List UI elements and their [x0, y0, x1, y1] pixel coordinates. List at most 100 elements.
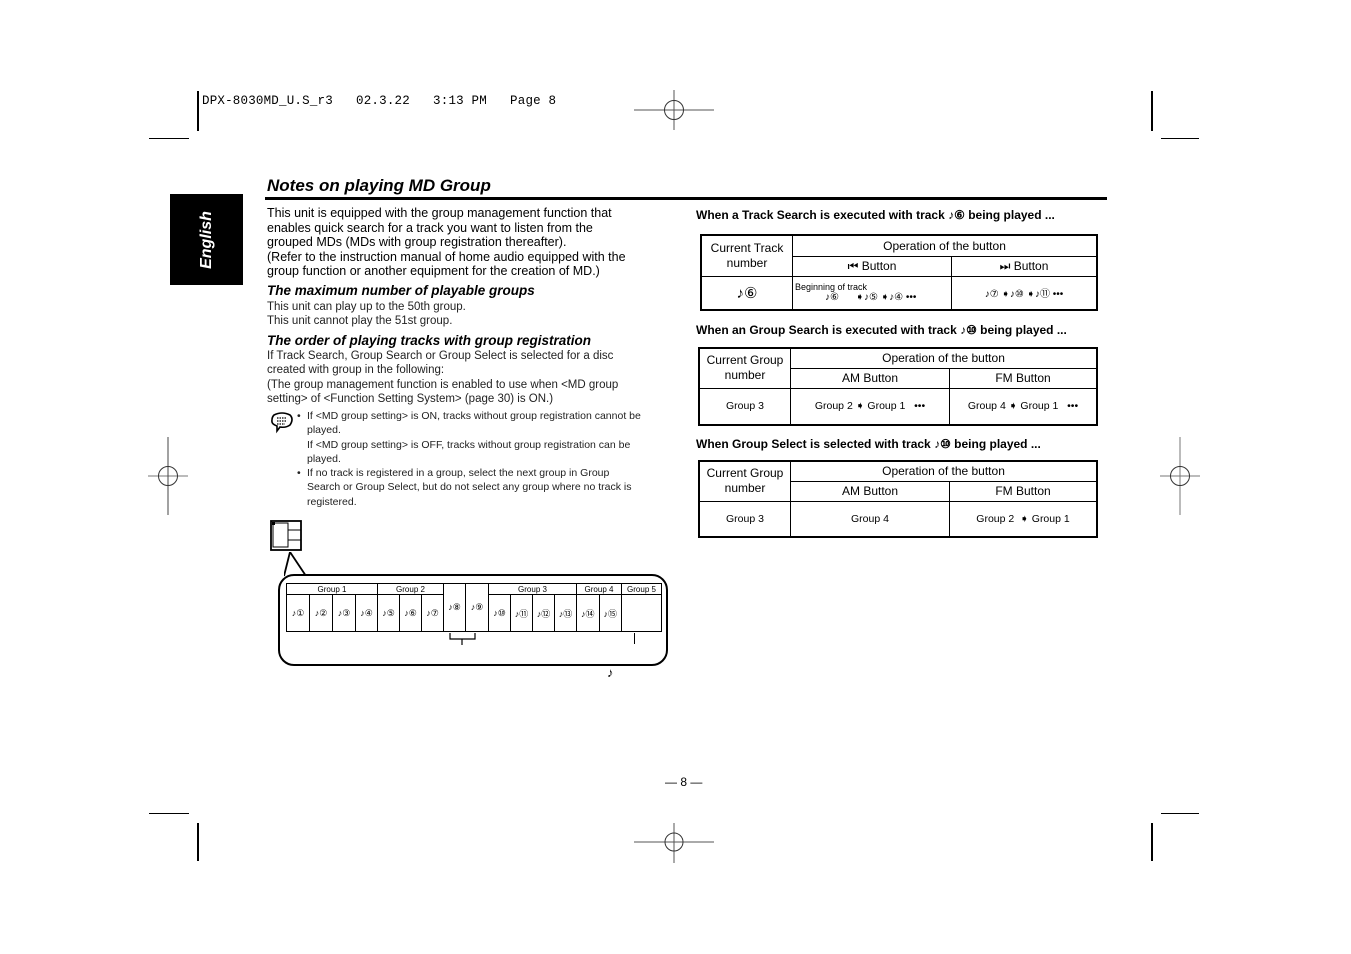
group-select-heading: When Group Select is selected with track…	[696, 437, 1041, 451]
fm-button-header: FM Button	[949, 367, 1098, 389]
section-order-body: If Track Search, Group Search or Group S…	[267, 349, 618, 406]
am-button-header: AM Button	[790, 367, 950, 389]
track-cell: ♪④	[355, 594, 378, 632]
intro-line: enables quick search for a track you wan…	[267, 220, 593, 235]
col-operation: Operation of the button	[792, 234, 1098, 257]
display-icon	[270, 520, 302, 551]
track-cell: ♪③	[332, 594, 356, 632]
crop-mark	[1151, 91, 1153, 131]
prev-button-header: ⏮ Button	[792, 255, 952, 277]
crop-mark	[197, 91, 199, 131]
current-group-value: Group 3	[698, 387, 791, 426]
am-button-result: Group 4	[790, 500, 950, 538]
crop-mark	[149, 813, 189, 814]
track-cell: ♪②	[309, 594, 333, 632]
am-button-result: Group 2 ➧ Group 1 •••	[790, 387, 950, 426]
current-group-value: Group 3	[698, 500, 791, 538]
section-order-line: (The group management function is enable…	[267, 378, 619, 391]
note-line: Search or Group Select, but do not selec…	[307, 481, 632, 494]
track-cell: ♪⑪	[510, 594, 533, 632]
next-button-result: ♪⑦ ➧♪⑩ ➧♪⑪ •••	[951, 275, 1098, 311]
group-label: Group 4	[576, 583, 622, 595]
intro-line: (Refer to the instruction manual of home…	[267, 249, 626, 264]
group-select-table: Current Group number Operation of the bu…	[698, 460, 1098, 538]
track-search-table: Current Track number Operation of the bu…	[700, 234, 1098, 311]
group-label: Group 2	[377, 583, 444, 595]
track-group-grid: Group 1 Group 2 ♪⑧ ♪⑨ Group 3 Group 4 Gr…	[286, 583, 662, 632]
track-cell	[621, 594, 662, 632]
crop-mark	[1151, 823, 1153, 861]
note-item: If no track is registered in a group, se…	[297, 466, 682, 509]
note-line: If no track is registered in a group, se…	[307, 467, 610, 480]
registration-mark-left	[148, 437, 188, 515]
group-search-table: Current Group number Operation of the bu…	[698, 347, 1098, 426]
registration-mark-right	[1160, 437, 1200, 515]
track-cell: ♪⑥	[399, 594, 422, 632]
language-tab-label: English	[197, 210, 215, 269]
group-label: Group 3	[488, 583, 577, 595]
group5-pointer	[634, 633, 635, 644]
group-label: Group 1	[286, 583, 378, 595]
prev-button-result: Beginning of track ♪⑥ ➧♪⑤ ➧♪④ •••	[792, 275, 952, 311]
note-line: If <MD group setting> is OFF, tracks wit…	[307, 438, 631, 451]
title-rule	[265, 197, 1107, 200]
track-search-heading: When a Track Search is executed with tra…	[696, 208, 1055, 222]
current-track-value: ♪⑥	[700, 275, 793, 311]
music-note-icon: ♪	[607, 665, 614, 680]
intro-line: grouped MDs (MDs with group registration…	[267, 235, 567, 250]
crop-mark	[1161, 813, 1199, 814]
track-cell: ♪⑧	[443, 583, 466, 632]
fm-button-result: Group 4 ➧ Group 1 •••	[949, 387, 1098, 426]
ungrouped-bracket	[449, 633, 476, 645]
crop-mark	[149, 138, 189, 139]
col-current-group: Current Group number	[698, 347, 791, 389]
note-list: If <MD group setting> is ON, tracks with…	[297, 409, 682, 509]
crop-mark	[1161, 138, 1199, 139]
print-slug: DPX-8030MD_U.S_r3 02.3.22 3:13 PM Page 8	[202, 94, 557, 108]
track-cell: ♪⑩	[488, 594, 511, 632]
note-line: played.	[307, 452, 341, 465]
page-number: — 8 —	[665, 775, 703, 789]
crop-mark	[197, 823, 199, 861]
intro-line: group function or another equipment for …	[267, 264, 600, 279]
col-current-track: Current Track number	[700, 234, 793, 277]
section-order-line: If Track Search, Group Search or Group S…	[267, 350, 614, 362]
page-title: Notes on playing MD Group	[267, 176, 491, 195]
section-max-body: This unit can play up to the 50th group.…	[267, 300, 466, 329]
intro-paragraph: This unit is equipped with the group man…	[267, 206, 626, 279]
section-max-line: This unit can play up to the 50th group.	[267, 301, 466, 313]
beginning-of-track-note: Beginning of track	[795, 282, 868, 293]
track-cell: ♪⑨	[465, 583, 489, 632]
note-line: played.	[307, 424, 341, 437]
group-search-heading: When an Group Search is executed with tr…	[696, 323, 1067, 337]
section-max-line: This unit cannot play the 51st group.	[267, 315, 453, 328]
group-label: Group 5	[621, 583, 662, 595]
note-item: If <MD group setting> is ON, tracks with…	[297, 409, 682, 466]
track-cell: ♪⑬	[554, 594, 577, 632]
track-cell: ♪⑭	[576, 594, 600, 632]
col-current-group: Current Group number	[698, 460, 791, 502]
note-line: registered.	[307, 495, 357, 508]
registration-mark-top	[634, 90, 714, 130]
track-cell: ♪⑤	[377, 594, 400, 632]
note-line: If <MD group setting> is ON, tracks with…	[307, 410, 641, 422]
section-max-heading: The maximum number of playable groups	[267, 283, 535, 298]
fm-button-header: FM Button	[949, 480, 1098, 502]
track-cell: ♪⑫	[532, 594, 555, 632]
col-operation: Operation of the button	[790, 347, 1098, 369]
next-button-header: ⏭ Button	[951, 255, 1098, 277]
am-button-header: AM Button	[790, 480, 950, 502]
section-order-heading: The order of playing tracks with group r…	[267, 333, 592, 348]
prev-sequence: ♪⑥ ➧♪⑤ ➧♪④ •••	[825, 292, 917, 304]
fm-button-result: Group 2 ➧ Group 1	[949, 500, 1098, 538]
language-tab: English	[170, 194, 243, 285]
track-cell: ♪⑮	[598, 594, 622, 632]
registration-mark-bottom	[634, 823, 714, 863]
note-speech-icon	[271, 412, 293, 434]
intro-line: This unit is equipped with the group man…	[267, 206, 612, 220]
section-order-line: setting> of <Function Setting System> (p…	[267, 392, 554, 405]
track-cell: ♪①	[286, 594, 310, 632]
track-cell: ♪⑦	[421, 594, 444, 632]
section-order-line: created with group in the following:	[267, 364, 445, 377]
col-operation: Operation of the button	[790, 460, 1098, 482]
